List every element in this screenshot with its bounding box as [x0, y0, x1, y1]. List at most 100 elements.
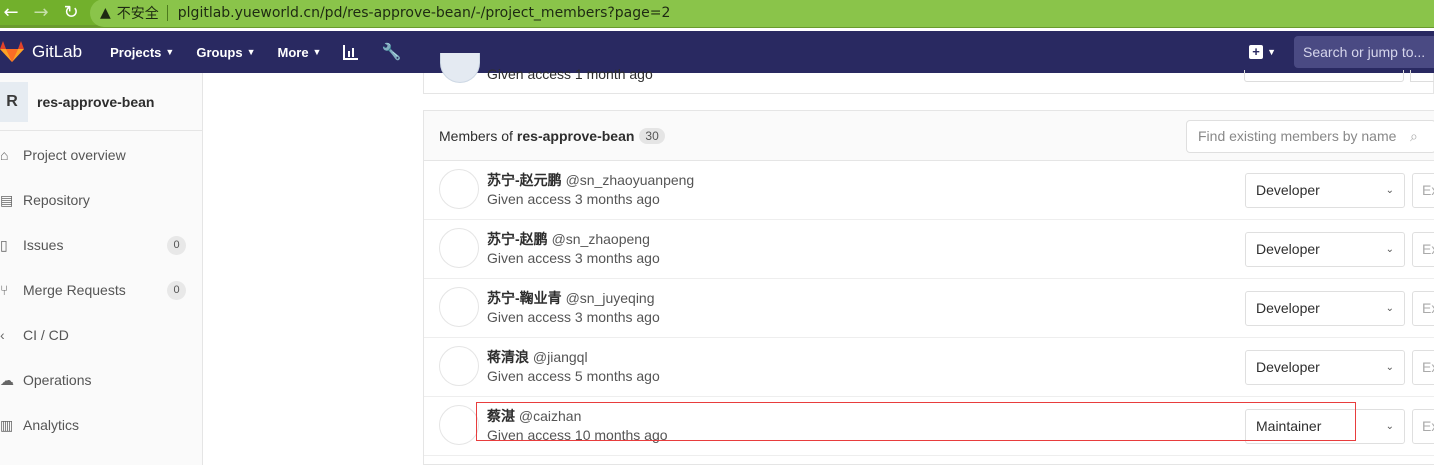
sidebar-item-repository[interactable]: ▤ Repository [0, 185, 203, 215]
avatar[interactable] [439, 287, 479, 327]
sidebar-item-label: Analytics [23, 417, 80, 433]
member-name[interactable]: 苏宁-赵元鹏 [487, 172, 562, 188]
sidebar-item-analytics[interactable]: ▥ Analytics [0, 410, 203, 440]
activity-chart-icon[interactable] [343, 44, 359, 60]
sidebar-project-header[interactable]: R res-approve-bean [0, 73, 202, 131]
projects-menu-label: Projects [110, 44, 162, 60]
member-row: 蒋清浪 @jiangql Given access 5 months ago D… [424, 338, 1434, 397]
sidebar-item-label: Merge Requests [23, 282, 126, 298]
role-select[interactable]: Developer ⌄ [1245, 173, 1405, 208]
member-row: 蔡湛 @caizhan Given access 10 months ago M… [424, 397, 1434, 456]
chevron-down-icon: ⌄ [1385, 362, 1394, 373]
browser-toolbar: ← → ↻ ▲ 不安全 plgitlab.yueworld.cn/pd/res-… [0, 0, 1434, 28]
merge-requests-count-badge: 0 [167, 280, 186, 300]
member-search-input[interactable]: Find existing members by name ⌕ [1186, 120, 1434, 153]
new-dropdown[interactable]: + ▼ [1249, 45, 1276, 59]
member-username: @sn_zhaopeng [551, 231, 650, 247]
wrench-icon[interactable]: 🔧 [381, 42, 401, 62]
project-name: res-approve-bean [37, 93, 155, 110]
reload-icon[interactable]: ↻ [60, 2, 82, 24]
gitlab-header: GitLab Projects ▼ Groups ▼ More ▼ 🔧 + ▼ Sear… [0, 31, 1434, 73]
member-row: 苏宁-鞠业青 @sn_juyeqing Given access 3 month… [424, 279, 1434, 338]
sidebar-item-issues[interactable]: ▯ Issues 0 [0, 230, 203, 260]
role-select[interactable]: Developer ⌄ [1245, 232, 1405, 267]
member-access-date: Given access 1 month ago [487, 66, 653, 82]
sidebar-item-label: Project overview [23, 147, 126, 163]
url-text[interactable]: plgitlab.yueworld.cn/pd/res-approve-bean… [178, 5, 671, 21]
member-name[interactable]: 苏宁-赵鹏 [487, 231, 548, 247]
rocket-icon: ‹ [0, 327, 5, 343]
member-access-date: Given access 5 months ago [487, 368, 660, 384]
role-value: Developer [1256, 359, 1320, 375]
avatar[interactable] [439, 228, 479, 268]
home-icon: ⌂ [0, 147, 9, 163]
member-name[interactable]: 蔡湛 [487, 408, 515, 424]
app-name[interactable]: GitLab [32, 42, 82, 62]
more-menu-label: More [277, 44, 309, 60]
sidebar-item-ci-cd[interactable]: ‹ CI / CD [0, 320, 203, 350]
expiration-input[interactable]: Ex [1412, 409, 1434, 444]
main-menu: Projects ▼ Groups ▼ More ▼ 🔧 [110, 42, 423, 62]
groups-menu-label: Groups [196, 44, 243, 60]
member-access-date: Given access 3 months ago [487, 309, 660, 325]
sidebar-item-label: Repository [23, 192, 90, 208]
header-right: + ▼ Search or jump to... [1249, 36, 1434, 68]
issues-count-badge: 0 [167, 235, 186, 255]
avatar[interactable] [439, 346, 479, 386]
chevron-down-icon: ⌄ [1385, 303, 1394, 314]
warning-icon: ▲ [100, 4, 111, 21]
expiration-input[interactable]: Ex [1412, 291, 1434, 326]
members-panel: Members of res-approve-bean 30 Find exis… [423, 110, 1434, 465]
expiration-input[interactable] [1410, 70, 1434, 82]
role-select[interactable]: Maintainer ⌄ [1245, 409, 1405, 444]
search-icon[interactable]: ⌕ [1410, 121, 1418, 152]
back-icon[interactable]: ← [0, 2, 22, 24]
role-value: Maintainer [1256, 418, 1322, 434]
members-title-prefix: Members of [439, 127, 513, 144]
sidebar-item-operations[interactable]: ☁ Operations [0, 365, 203, 395]
sidebar-item-project-overview[interactable]: ⌂ Project overview [0, 140, 203, 170]
sidebar-item-label: Issues [23, 237, 64, 253]
search-input[interactable]: Search or jump to... [1294, 36, 1434, 68]
expiration-input[interactable]: Ex [1412, 232, 1434, 267]
role-value: Developer [1256, 241, 1320, 257]
expiration-input[interactable]: Ex [1412, 173, 1434, 208]
more-menu[interactable]: More ▼ [277, 45, 321, 60]
cloud-icon: ☁ [0, 371, 14, 388]
forward-icon[interactable]: → [30, 2, 52, 24]
member-name[interactable]: 蒋清浪 [487, 349, 529, 365]
gitlab-logo-icon[interactable] [0, 41, 24, 63]
member-search-placeholder: Find existing members by name [1198, 128, 1397, 144]
member-name-line: 蒋清浪 @jiangql [487, 347, 588, 367]
member-row: 苏宁-赵鹏 @sn_zhaopeng Given access 3 months… [424, 220, 1434, 279]
member-name-line: 蔡湛 @caizhan [487, 406, 581, 426]
address-separator [166, 4, 168, 21]
sidebar-item-merge-requests[interactable]: ⑂ Merge Requests 0 [0, 275, 203, 305]
role-select[interactable] [1244, 70, 1404, 82]
project-sidebar: R res-approve-bean ⌂ Project overview ▤ … [0, 73, 203, 465]
member-username: @sn_juyeqing [565, 290, 655, 306]
member-access-date: Given access 10 months ago [487, 427, 668, 443]
members-count-badge: 30 [639, 127, 665, 144]
avatar[interactable] [439, 405, 479, 445]
role-select[interactable]: Developer ⌄ [1245, 350, 1405, 385]
address-bar[interactable]: ▲ 不安全 plgitlab.yueworld.cn/pd/res-approv… [90, 0, 1434, 27]
insecure-label: 不安全 [116, 5, 159, 22]
member-username: @jiangql [532, 349, 588, 365]
chart-icon: ▥ [0, 416, 14, 433]
member-name[interactable]: 苏宁-鞠业青 [487, 290, 562, 306]
previous-member-row: Given access 1 month ago [423, 53, 1434, 94]
plus-icon: + [1249, 45, 1264, 59]
expiration-input[interactable]: Ex [1412, 350, 1434, 385]
chevron-down-icon: ▼ [1267, 47, 1276, 57]
members-project-name: res-approve-bean [516, 127, 635, 144]
project-avatar: R [0, 81, 28, 122]
projects-menu[interactable]: Projects ▼ [110, 45, 174, 60]
groups-menu[interactable]: Groups ▼ [196, 45, 255, 60]
role-select[interactable]: Developer ⌄ [1245, 291, 1405, 326]
avatar[interactable] [439, 169, 479, 209]
document-icon: ▤ [0, 191, 14, 208]
chevron-down-icon: ▼ [246, 47, 256, 57]
member-username: @sn_zhaoyuanpeng [565, 172, 695, 188]
sidebar-item-label: Operations [23, 372, 92, 388]
